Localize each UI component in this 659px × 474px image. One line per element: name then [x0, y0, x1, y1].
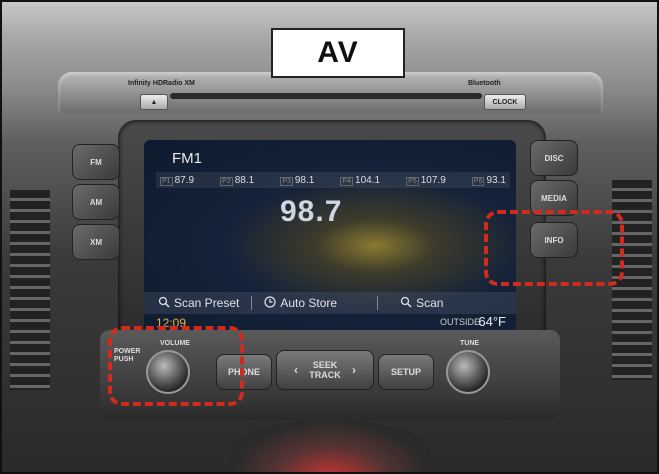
setup-button[interactable]: SETUP — [378, 354, 434, 390]
climate-dial[interactable] — [230, 420, 430, 474]
outside-label: OUTSIDE — [439, 317, 480, 327]
chevron-left-icon: ‹ — [294, 363, 298, 377]
outside-temperature: 64°F — [478, 314, 506, 329]
scan-button[interactable]: Scan — [400, 296, 443, 311]
display-screen: FM1 P1 87.9 P2 88.1 P3 98.1 P4 104.1 P5 107.9… — [144, 140, 516, 332]
eject-icon: ▲ — [150, 98, 158, 106]
eject-button[interactable]: ▲ — [140, 94, 168, 110]
xm-button[interactable]: XM — [72, 224, 120, 260]
clock-icon — [264, 295, 276, 311]
disc-button[interactable]: DISC — [530, 140, 578, 176]
chevron-right-icon: › — [352, 363, 356, 377]
search-icon — [158, 296, 170, 311]
divider — [377, 296, 379, 310]
seek-track-button[interactable]: ‹ SEEK TRACK › — [276, 350, 374, 390]
preset-5[interactable]: P5 107.9 — [406, 175, 446, 186]
current-frequency: 98.7 — [280, 195, 343, 228]
section-label: AV — [271, 28, 405, 78]
left-air-vent — [10, 190, 50, 390]
preset-6[interactable]: P6 93.1 — [471, 175, 506, 186]
search-icon — [400, 296, 412, 311]
clock-button[interactable]: CLOCK — [484, 94, 526, 110]
band-mode-label: FM1 — [172, 150, 202, 167]
brand-logo-bluetooth: Bluetooth — [468, 80, 501, 87]
preset-bar: P1 87.9 P2 88.1 P3 98.1 P4 104.1 P5 107.9 P6 9… — [156, 172, 510, 188]
seek-track-label: SEEK TRACK — [309, 360, 341, 380]
preset-2[interactable]: P2 88.1 — [220, 175, 254, 186]
screen-action-bar: Scan Preset Auto Store Scan — [144, 292, 516, 314]
fm-button[interactable]: FM — [72, 144, 120, 180]
tune-knob[interactable] — [446, 350, 490, 394]
preset-1[interactable]: P1 87.9 — [160, 175, 194, 186]
brand-logos-left: Infinity HDRadio XM — [128, 80, 195, 87]
highlight-info-area — [484, 210, 624, 286]
auto-store-button[interactable]: Auto Store — [264, 295, 338, 311]
preset-4[interactable]: P4 104.1 — [340, 175, 380, 186]
divider — [251, 296, 253, 310]
highlight-volume-area — [108, 326, 244, 406]
cd-slot — [170, 93, 482, 99]
tune-label: TUNE — [460, 340, 480, 347]
preset-3[interactable]: P3 98.1 — [280, 175, 314, 186]
auto-store-label: Auto Store — [280, 296, 338, 310]
am-button[interactable]: AM — [72, 184, 120, 220]
scan-preset-label: Scan Preset — [174, 296, 240, 310]
scan-label: Scan — [416, 296, 444, 310]
car-audio-photo: Infinity HDRadio XM Bluetooth ▲ CLOCK FM… — [0, 0, 659, 474]
scan-preset-button[interactable]: Scan Preset — [158, 296, 239, 311]
